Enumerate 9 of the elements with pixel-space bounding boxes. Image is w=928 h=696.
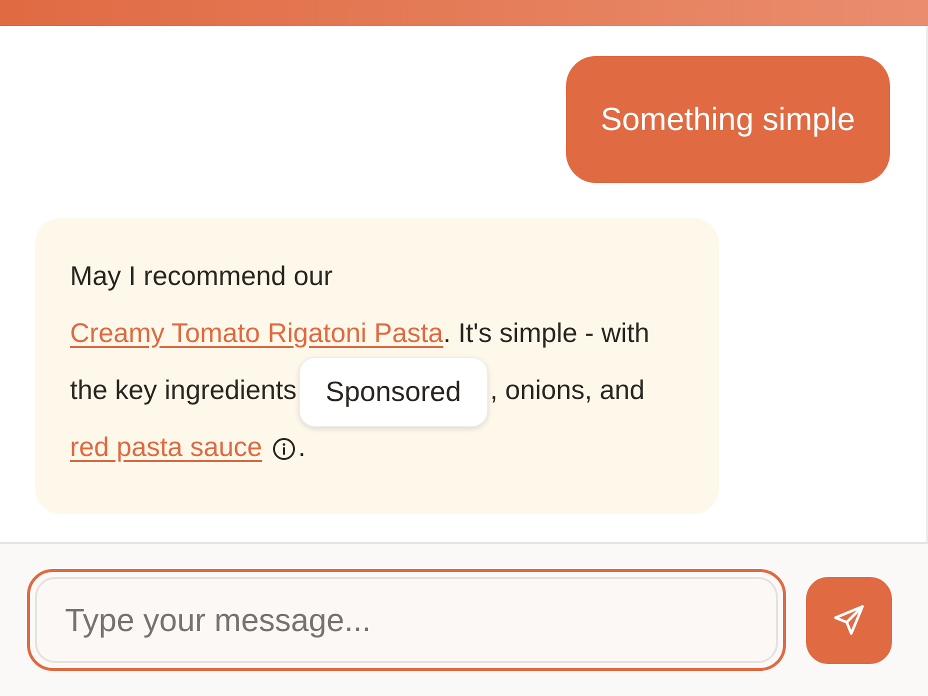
assistant-message: May I recommend our Creamy Tomato Rigatoni Pasta. It's simple - with the key ingredients Sponsored , onions, and red pasta sauce . xyxy=(35,218,719,514)
info-icon[interactable] xyxy=(272,436,296,461)
product-link[interactable]: red pasta sauce xyxy=(70,432,262,462)
user-message: Something simple xyxy=(566,56,890,183)
send-icon xyxy=(831,602,867,638)
sponsored-tooltip: Sponsored xyxy=(298,356,488,427)
product-link[interactable]: Creamy Tomato Rigatoni Pasta xyxy=(70,318,444,348)
send-button[interactable] xyxy=(806,576,892,664)
message-field[interactable]: Type your message... xyxy=(27,569,786,671)
